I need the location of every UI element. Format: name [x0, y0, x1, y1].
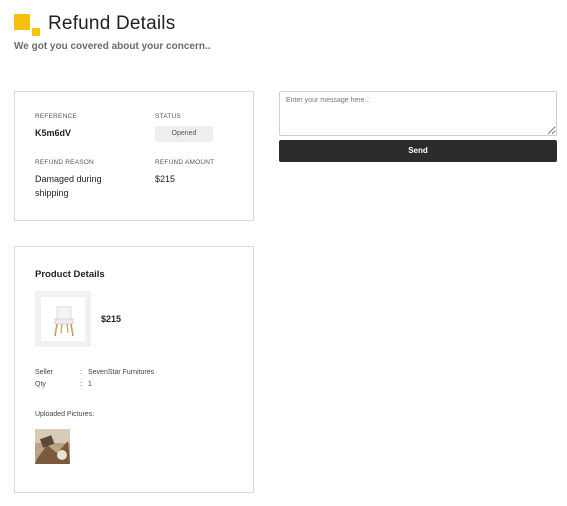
refund-amount-value: $215: [155, 174, 176, 184]
qty-value: 1: [88, 381, 92, 388]
brand-logo: [14, 14, 42, 38]
message-input[interactable]: [279, 91, 557, 136]
seller-label: Seller: [35, 369, 53, 376]
page-title: Refund Details: [48, 13, 176, 34]
product-image[interactable]: [35, 291, 91, 347]
reference-label: REFERENCE: [35, 113, 77, 120]
seller-value: SevenStar Furnitures: [88, 369, 155, 376]
status-badge: Opened: [155, 126, 213, 142]
status-label: STATUS: [155, 113, 181, 120]
product-details-title: Product Details: [35, 269, 105, 280]
reference-value: K5m6dV: [35, 128, 72, 138]
refund-summary-card: REFERENCE K5m6dV STATUS Opened REFUND RE…: [14, 91, 254, 221]
qty-separator: :: [80, 381, 82, 388]
uploaded-pictures-label: Uploaded Pictures:: [35, 411, 95, 418]
product-price: $215: [101, 314, 122, 324]
send-button[interactable]: Send: [279, 140, 557, 162]
refund-reason-value: Damaged during shipping: [35, 174, 102, 198]
product-details-card: Product Details $215 Seller : SevenStar …: [14, 246, 254, 493]
logo-square-small: [32, 28, 40, 36]
logo-square-large: [14, 14, 30, 30]
page-subtitle: We got you covered about your concern..: [14, 41, 211, 52]
chair-icon: [54, 306, 74, 337]
refund-reason-label: REFUND REASON: [35, 159, 94, 166]
qty-label: Qty: [35, 381, 46, 388]
uploaded-picture-thumbnail[interactable]: [35, 429, 70, 464]
seller-separator: :: [80, 369, 82, 376]
photo-icon: [35, 429, 70, 464]
refund-amount-label: REFUND AMOUNT: [155, 159, 215, 166]
